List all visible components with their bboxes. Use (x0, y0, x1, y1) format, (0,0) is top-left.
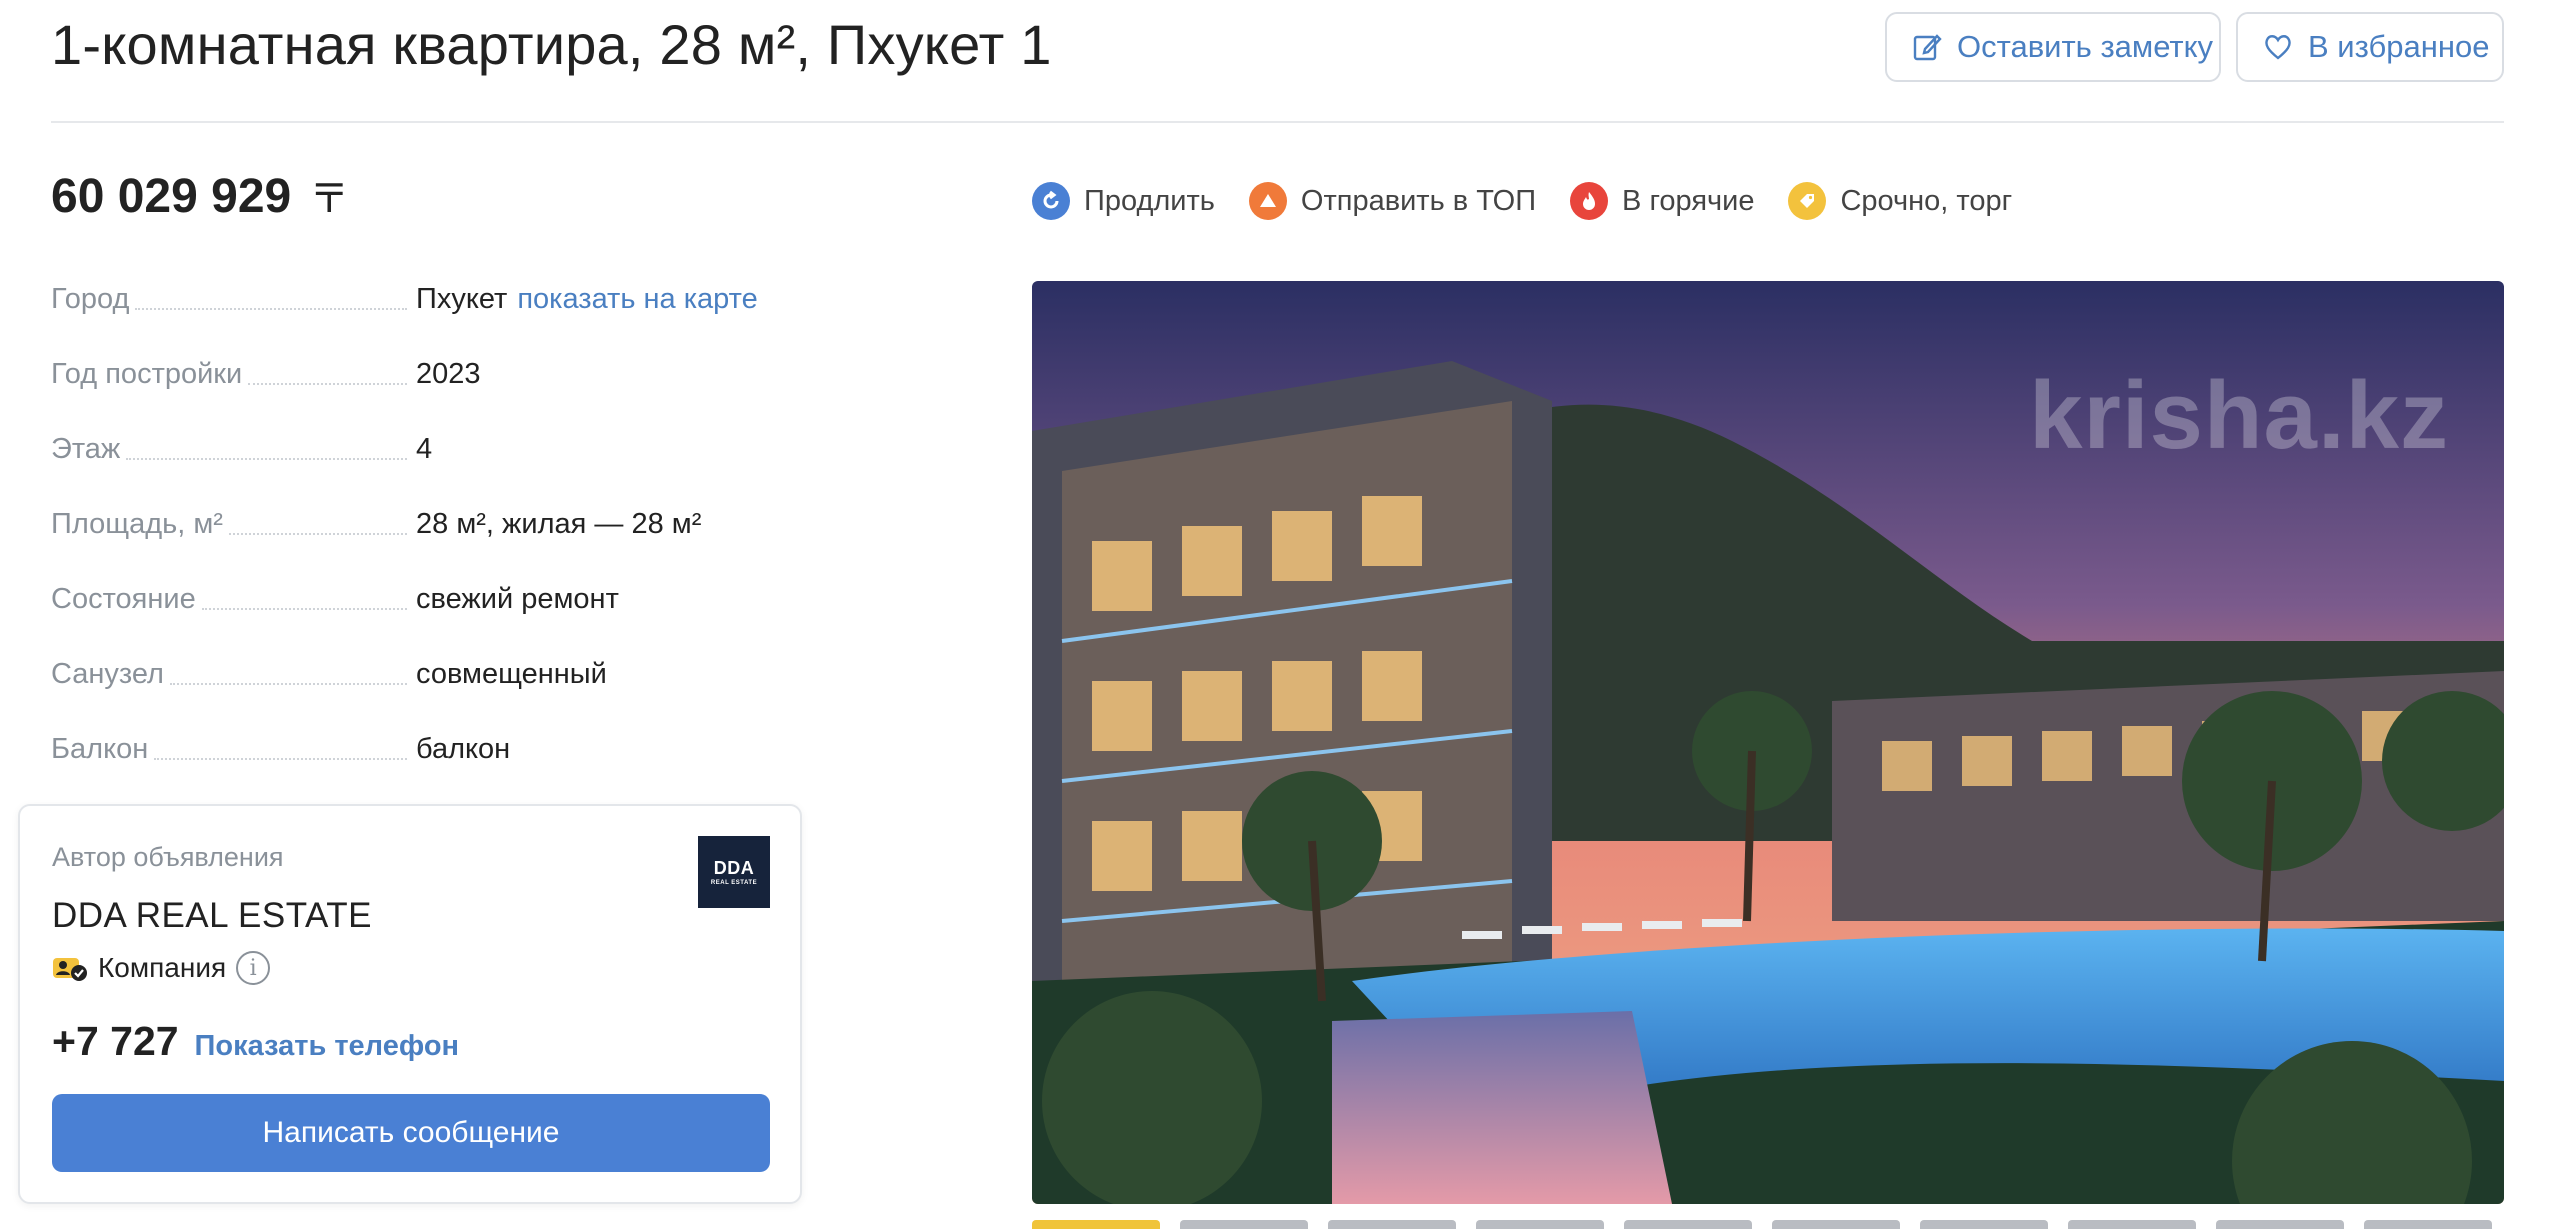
param-value: балкон (416, 733, 511, 765)
thumbnail[interactable] (1920, 1220, 2048, 1229)
author-card: Автор объявления DDA REAL ESTATE DDA REA… (18, 804, 802, 1204)
info-icon[interactable]: i (236, 951, 271, 985)
param-row-year: Год постройки 2023 (51, 351, 951, 391)
dotted-leader (169, 683, 407, 685)
param-label: Год постройки (51, 358, 411, 391)
phone-number: +7 727 (52, 1018, 179, 1064)
show-on-map-link[interactable]: показать на карте (517, 283, 757, 315)
send-to-top-action[interactable]: Отправить в ТОП (1248, 182, 1537, 220)
thumbnail[interactable] (1476, 1220, 1604, 1229)
param-label: Этаж (51, 433, 411, 466)
hot-action[interactable]: В горячие (1570, 182, 1754, 220)
param-row-area: Площадь, м² 28 м², жилая — 28 м² (51, 501, 951, 541)
thumbnail[interactable] (1328, 1220, 1456, 1229)
listing-page: 1-комнатная квартира, 28 м², Пхукет 1 Ос… (0, 0, 2560, 1229)
param-value: 2023 (416, 358, 481, 390)
header-divider (51, 121, 2504, 123)
urgent-bargain-label: Срочно, торг (1840, 184, 2013, 217)
param-label-text: Санузел (51, 658, 164, 690)
add-to-favorites-button[interactable]: В избранное (2236, 12, 2504, 82)
send-to-top-label: Отправить в ТОП (1300, 184, 1537, 217)
param-label-text: Состояние (51, 583, 196, 615)
param-label: Балкон (51, 733, 411, 766)
urgent-bargain-action[interactable]: Срочно, торг (1788, 182, 2012, 220)
renew-label: Продлить (1084, 184, 1215, 217)
thumbnail[interactable] (1180, 1220, 1308, 1229)
price: 60 029 929 〒 (51, 166, 349, 224)
param-value: Пхукет показать на карте (416, 283, 758, 316)
param-label-text: Год постройки (51, 358, 243, 390)
dotted-leader (135, 308, 407, 310)
dotted-leader (248, 383, 407, 385)
renew-action[interactable]: Продлить (1032, 182, 1215, 220)
edit-note-icon (1913, 34, 1942, 61)
param-label: Санузел (51, 658, 411, 691)
company-logo[interactable]: DDA REAL ESTATE (698, 836, 770, 908)
author-label: Автор объявления (52, 842, 284, 872)
page-title: 1-комнатная квартира, 28 м², Пхукет 1 (51, 13, 1052, 76)
param-value: 28 м², жилая — 28 м² (416, 508, 702, 540)
author-name: DDA REAL ESTATE (52, 896, 372, 935)
param-label-text: Площадь, м² (51, 508, 223, 540)
watermark: krisha.kz (2029, 362, 2449, 469)
param-label: Город (51, 283, 411, 316)
top-icon (1248, 182, 1287, 220)
write-message-button[interactable]: Написать сообщение (52, 1094, 770, 1172)
leave-note-button[interactable]: Оставить заметку (1885, 12, 2221, 82)
param-label-text: Город (51, 283, 130, 315)
param-value: 4 (416, 433, 433, 465)
fire-icon (1570, 182, 1609, 220)
listing-actions: Продлить Отправить в ТОП В горячие Срочн… (1032, 182, 2012, 220)
author-type: Компания i (52, 951, 271, 985)
param-label-text: Этаж (51, 433, 121, 465)
param-label: Площадь, м² (51, 508, 411, 541)
dotted-leader (228, 533, 407, 535)
logo-text: DDA (713, 858, 755, 878)
phone-block: +7 727 Показать телефон (52, 1018, 459, 1065)
logo-subtext: REAL ESTATE (710, 880, 758, 886)
leave-note-label: Оставить заметку (1957, 29, 2214, 64)
author-type-label: Компания (98, 952, 227, 983)
renew-icon (1032, 182, 1070, 220)
param-row-bathroom: Санузел совмещенный (51, 651, 951, 691)
thumbnail[interactable] (1772, 1220, 1900, 1229)
param-label: Состояние (51, 583, 411, 616)
heart-icon (2265, 35, 2291, 60)
currency-sign: 〒 (309, 177, 350, 221)
thumbnail[interactable] (2364, 1220, 2492, 1229)
thumbnail[interactable] (1624, 1220, 1752, 1229)
param-row-condition: Состояние свежий ремонт (51, 576, 951, 616)
company-badge-icon (53, 958, 87, 981)
param-label-text: Балкон (51, 733, 149, 765)
dotted-leader (126, 458, 407, 460)
show-phone-link[interactable]: Показать телефон (195, 1030, 460, 1063)
param-row-city: Город Пхукет показать на карте (51, 276, 951, 316)
thumbnail[interactable] (1032, 1220, 1160, 1229)
main-photo[interactable]: krisha.kz (1032, 281, 2504, 1204)
city-value: Пхукет (416, 283, 508, 315)
dotted-leader (154, 758, 407, 760)
thumbnail[interactable] (2216, 1220, 2344, 1229)
thumbnail[interactable] (2068, 1220, 2196, 1229)
param-value: совмещенный (416, 658, 607, 690)
hot-label: В горячие (1622, 184, 1755, 217)
param-row-balcony: Балкон балкон (51, 726, 951, 766)
urgent-icon (1788, 182, 1827, 220)
price-amount: 60 029 929 (51, 170, 292, 223)
param-row-floor: Этаж 4 (51, 426, 951, 466)
favorites-label: В избранное (2308, 29, 2490, 64)
param-value: свежий ремонт (416, 583, 619, 615)
photo-thumbnails (1032, 1220, 2504, 1229)
dotted-leader (201, 608, 407, 610)
